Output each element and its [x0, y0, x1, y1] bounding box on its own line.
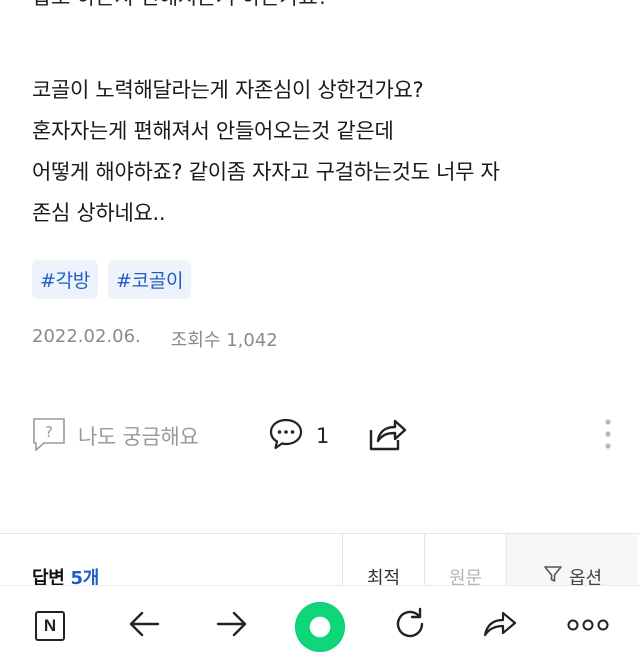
tag-snoring[interactable]: #코골이	[107, 260, 192, 299]
forward-button[interactable]	[210, 604, 254, 648]
view-count: 조회수 1,042	[170, 330, 278, 351]
me-too-curious-label: 나도 궁금해요	[78, 425, 199, 449]
tag-separate-rooms[interactable]: #각방	[32, 260, 98, 299]
page: 합보 하는지 편해지는거 하는가요? 코골이 노력해달라는게 자존심이 상한건가…	[0, 0, 640, 667]
post-date: 2022.02.06.	[32, 326, 141, 347]
refresh-button[interactable]	[388, 604, 432, 648]
naver-n-icon: N	[35, 611, 65, 641]
post-actions: ? 나도 궁금해요 1	[0, 412, 640, 460]
share-arrow-icon	[481, 608, 519, 644]
post-body-cut-line: 합보 하는지 편해지는거 하는가요?	[32, 0, 329, 11]
tag-list: #각방 #코골이	[32, 260, 192, 299]
green-dot-icon	[295, 602, 345, 652]
share-icon	[368, 416, 408, 456]
me-too-curious-button[interactable]: ? 나도 궁금해요	[32, 412, 199, 460]
post-body-line: 코골이 노력해달라는게 자존심이 상한건가요?	[32, 78, 424, 102]
question-bubble-icon: ?	[32, 417, 66, 455]
post-body-line: 어떻게 해야하죠? 같이좀 자자고 구걸하는것도 너무 자	[32, 160, 500, 184]
browser-bottom-nav: N	[0, 585, 640, 667]
svg-text:?: ?	[45, 423, 53, 441]
green-dot-button[interactable]	[294, 601, 346, 653]
share-page-button[interactable]	[478, 604, 522, 648]
post-body-line: 존심 상하네요..	[32, 201, 166, 225]
vertical-dots-icon	[602, 416, 614, 456]
share-button[interactable]	[368, 412, 408, 460]
back-button[interactable]	[122, 604, 166, 648]
comment-count: 1	[316, 424, 330, 448]
more-menu-button[interactable]	[566, 604, 610, 648]
comment-button[interactable]: 1	[268, 412, 329, 460]
post-body-line: 혼자자는게 편해져서 안들어오는것 같은데	[32, 119, 394, 143]
post-body: 코골이 노력해달라는게 자존심이 상한건가요? 혼자자는게 편해져서 안들어오는…	[32, 70, 500, 234]
comment-bubble-icon	[268, 416, 304, 456]
refresh-icon	[392, 606, 428, 646]
naver-home-button[interactable]: N	[28, 604, 72, 648]
arrow-right-icon	[215, 609, 249, 643]
more-options-button[interactable]	[602, 412, 614, 460]
horizontal-dots-icon	[566, 617, 610, 636]
post-meta: 2022.02.06. 조회수 1,042	[32, 326, 278, 352]
arrow-left-icon	[127, 609, 161, 643]
